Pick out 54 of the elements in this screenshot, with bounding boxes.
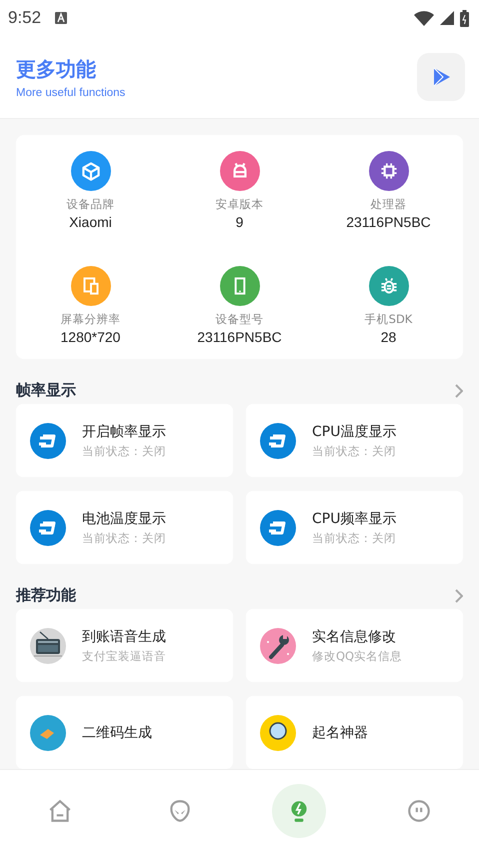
feature-title: 二维码生成 bbox=[82, 724, 152, 742]
feature-subtitle: 修改QQ实名信息 bbox=[312, 648, 402, 664]
signal-icon bbox=[440, 11, 454, 25]
section-title: 帧率显示 bbox=[16, 381, 76, 400]
page-title: 更多功能 bbox=[16, 56, 97, 82]
chevron-icon[interactable] bbox=[455, 588, 463, 602]
dash-icon bbox=[30, 422, 66, 458]
feature-title: CPU温度显示 bbox=[312, 422, 396, 440]
info-label: 安卓版本 bbox=[216, 197, 264, 212]
feature-card[interactable]: CPU温度显示 当前状态：关闭 bbox=[246, 404, 463, 477]
info-value: Xiaomi bbox=[69, 214, 112, 230]
dash-icon bbox=[30, 510, 66, 546]
feature-title: 实名信息修改 bbox=[312, 628, 397, 646]
feature-title: CPU频率显示 bbox=[312, 510, 396, 528]
feature-subtitle: 支付宝装逼语音 bbox=[82, 648, 166, 664]
feature-subtitle: 当前状态：关闭 bbox=[312, 444, 396, 458]
battery-icon bbox=[460, 10, 469, 26]
feature-subtitle: 当前状态：关闭 bbox=[82, 444, 166, 458]
play-button[interactable] bbox=[417, 53, 465, 101]
keyboard-icon bbox=[55, 12, 68, 24]
dash-icon bbox=[260, 510, 296, 546]
info-label: 设备型号 bbox=[216, 312, 264, 327]
page-subtitle: More useful functions bbox=[16, 86, 126, 98]
wifi-icon bbox=[414, 10, 434, 26]
feature-card[interactable]: CPU频率显示 当前状态：关闭 bbox=[246, 491, 463, 564]
info-label: 手机SDK bbox=[364, 312, 412, 327]
feature-title: 电池温度显示 bbox=[82, 510, 166, 528]
feature-card[interactable]: 电池温度显示 当前状态：关闭 bbox=[16, 491, 233, 564]
info-value: 28 bbox=[380, 329, 396, 345]
info-label: 处理器 bbox=[370, 197, 406, 212]
info-value: 9 bbox=[236, 214, 244, 230]
info-label: 屏幕分辨率 bbox=[60, 312, 120, 327]
wrench-icon bbox=[260, 628, 296, 664]
info-value: 23116PN5BC bbox=[346, 214, 431, 230]
info-label: 设备品牌 bbox=[66, 197, 114, 212]
feature-title: 起名神器 bbox=[312, 724, 368, 742]
chevron-icon[interactable] bbox=[455, 384, 463, 398]
feature-card[interactable]: 起名神器 bbox=[246, 696, 463, 769]
section-title: 推荐功能 bbox=[16, 586, 76, 605]
feature-card[interactable]: 二维码生成 bbox=[16, 696, 233, 769]
feature-subtitle: 当前状态：关闭 bbox=[312, 530, 396, 546]
radio-icon bbox=[30, 628, 66, 664]
feature-card[interactable]: 到账语音生成 支付宝装逼语音 bbox=[16, 609, 233, 682]
face-icon bbox=[406, 798, 432, 824]
feature-title: 开启帧率显示 bbox=[82, 422, 166, 440]
info-value: 1280*720 bbox=[60, 329, 120, 345]
dash-icon bbox=[260, 422, 296, 458]
feature-title: 到账语音生成 bbox=[82, 628, 166, 646]
home-icon bbox=[46, 798, 73, 824]
feature-card[interactable]: 开启帧率显示 当前状态：关闭 bbox=[16, 404, 233, 477]
feature-subtitle: 当前状态：关闭 bbox=[82, 530, 166, 546]
feature-card[interactable]: 实名信息修改 修改QQ实名信息 bbox=[246, 609, 463, 682]
info-value: 23116PN5BC bbox=[197, 329, 282, 345]
status-time: 9:52 bbox=[8, 8, 42, 28]
